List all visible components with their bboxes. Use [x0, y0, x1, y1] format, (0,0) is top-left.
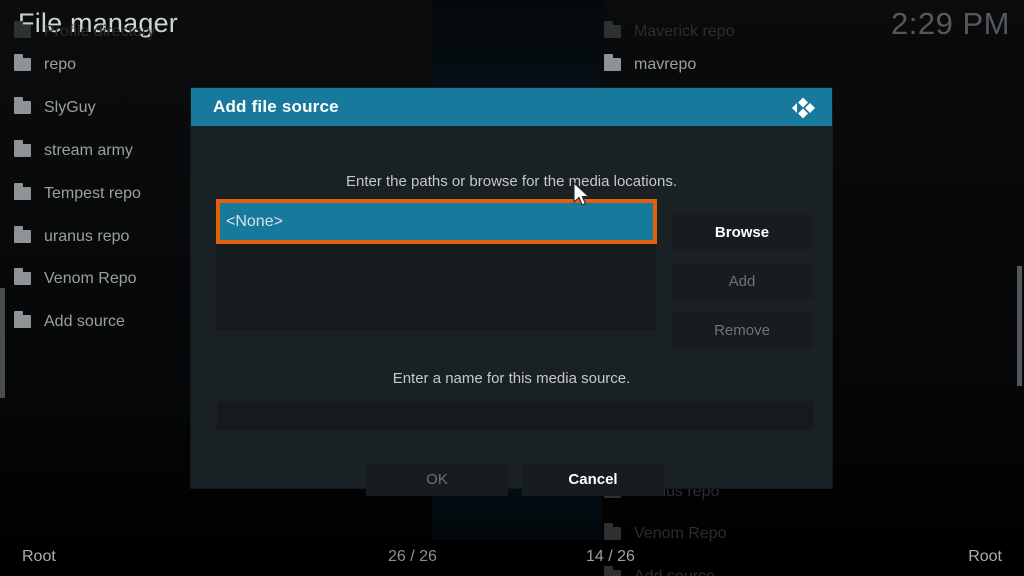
statusbar-left-path: Root [22, 548, 56, 565]
dialog-header: Add file source [191, 88, 832, 126]
folder-icon [604, 54, 621, 71]
folder-icon [14, 97, 31, 114]
list-item-label: mavrepo [634, 55, 697, 73]
list-item-label: Profile directory [44, 22, 156, 40]
list-item-label: uranus repo [44, 227, 130, 245]
sidebar-item-repo[interactable]: repo [0, 43, 432, 86]
list-item-label: repo [44, 55, 77, 73]
folder-icon [14, 54, 31, 71]
folder-icon [604, 21, 621, 38]
folder-icon [604, 523, 621, 540]
right-list-scrollbar[interactable] [1017, 266, 1022, 386]
list-item-label: Maverick repo [634, 22, 735, 40]
browse-button[interactable]: Browse [671, 214, 813, 250]
name-hint-label: Enter a name for this media source. [392, 370, 631, 387]
add-file-source-dialog: Add file source Enter the paths or brows… [191, 88, 832, 496]
list-item-label: Venom Repo [44, 269, 137, 287]
list-item-mavrepo[interactable]: mavrepo [588, 43, 1024, 86]
dialog-title: Add file source [213, 97, 339, 116]
folder-icon [14, 140, 31, 157]
path-value: <None> [226, 212, 283, 230]
path-list-selected-row[interactable]: <None> [216, 199, 657, 244]
statusbar-right-path: Root [968, 548, 1002, 565]
dialog-body: Enter the paths or browse for the media … [191, 126, 832, 496]
left-list-scrollbar[interactable] [0, 288, 5, 398]
statusbar-right-count: 14 / 26 [586, 548, 635, 565]
list-item-label: stream army [44, 141, 133, 159]
add-button[interactable]: Add [671, 263, 813, 299]
cancel-button[interactable]: Cancel [522, 463, 664, 496]
folder-icon [14, 226, 31, 243]
statusbar-left-count: 26 / 26 [388, 548, 437, 565]
media-source-name-input[interactable] [217, 401, 813, 430]
list-item-label: Add source [44, 312, 125, 330]
remove-button[interactable]: Remove [671, 312, 813, 348]
kodi-logo-icon [792, 97, 815, 119]
folder-icon [14, 268, 31, 285]
ok-button[interactable]: OK [366, 463, 508, 496]
folder-icon [14, 183, 31, 200]
folder-icon [14, 21, 31, 38]
list-item-label: SlyGuy [44, 98, 96, 116]
list-item-label: Tempest repo [44, 184, 141, 202]
folder-icon [14, 311, 31, 328]
paths-hint-label: Enter the paths or browse for the media … [345, 173, 677, 190]
statusbar: Root 26 / 26 14 / 26 Root [0, 540, 1024, 576]
